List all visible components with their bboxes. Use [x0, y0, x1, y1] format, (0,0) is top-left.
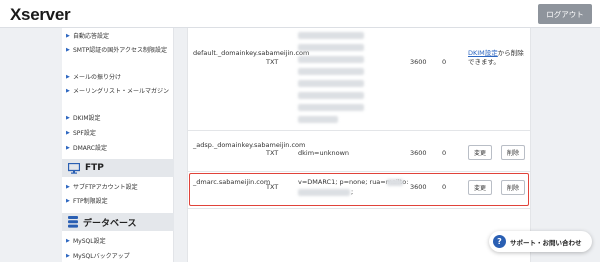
sidebar-item-mysql[interactable]: ▶ MySQL設定 [66, 237, 172, 246]
dkim-note: DKIM設定から削除できます。 [468, 49, 524, 66]
chevron-right-icon: ▶ [66, 115, 70, 121]
dkim-settings-link[interactable]: DKIM設定 [468, 49, 498, 57]
sidebar-item-dmarc[interactable]: ▶ DMARC設定 [66, 144, 172, 153]
record-ttl: 3600 [410, 149, 427, 157]
chevron-right-icon: ▶ [66, 198, 70, 204]
sidebar-section-ftp: FTP [62, 159, 174, 177]
edit-button[interactable]: 変更 [468, 145, 492, 160]
sidebar-item-mailing-list[interactable]: ▶ メーリングリスト・メールマガジン [66, 87, 172, 96]
chevron-right-icon: ▶ [66, 253, 70, 259]
logout-button[interactable]: ログアウト [538, 4, 592, 24]
record-host: _adsp._domainkey.sabameijin.com [193, 141, 306, 149]
chevron-right-icon: ▶ [66, 130, 70, 136]
top-bar: Xserver ログアウト [0, 0, 600, 28]
record-priority: 0 [442, 149, 447, 157]
record-ttl: 3600 [410, 58, 427, 66]
chevron-right-icon: ▶ [66, 145, 70, 151]
redacted-value [298, 44, 364, 51]
redacted-value [298, 80, 364, 87]
monitor-icon [68, 162, 80, 174]
redacted-value [298, 32, 364, 39]
sidebar: ▶ 自動応答設定 ▶ SMTP認証の国外アクセス制限設定 ▶ メールの振り分け ▶ メー… [62, 28, 174, 262]
redacted-value [298, 104, 364, 111]
chevron-right-icon: ▶ [66, 47, 70, 53]
question-icon: ? [493, 235, 506, 248]
record-type: TXT [266, 149, 279, 157]
highlight-box [189, 173, 529, 206]
database-icon [68, 216, 78, 228]
redacted-value [298, 68, 364, 75]
redacted-value [298, 116, 338, 123]
row-divider [187, 171, 531, 172]
sidebar-item-auto-reply[interactable]: ▶ 自動応答設定 [66, 32, 172, 41]
record-priority: 0 [442, 58, 447, 66]
delete-button[interactable]: 削除 [501, 145, 525, 160]
redacted-value [298, 56, 364, 63]
record-host: default._domainkey.sabameijin.com [193, 49, 310, 57]
sidebar-item-dkim[interactable]: ▶ DKIM設定 [66, 114, 172, 123]
redacted-value [298, 92, 364, 99]
sidebar-section-database: データベース [62, 213, 174, 231]
sidebar-item-mysql-backup[interactable]: ▶ MySQLバックアップ [66, 252, 172, 261]
support-contact-button[interactable]: ? サポート・お問い合わせ [489, 231, 592, 252]
chevron-right-icon: ▶ [66, 184, 70, 190]
record-content: dkim=unknown [298, 149, 350, 157]
row-divider [187, 130, 531, 131]
chevron-right-icon: ▶ [66, 74, 70, 80]
chevron-right-icon: ▶ [66, 238, 70, 244]
sidebar-item-sub-ftp[interactable]: ▶ サブFTPアカウント設定 [66, 183, 172, 192]
record-type: TXT [266, 58, 279, 66]
sidebar-item-mail-filter[interactable]: ▶ メールの振り分け [66, 73, 172, 82]
chevron-right-icon: ▶ [66, 88, 70, 94]
sidebar-item-spf[interactable]: ▶ SPF設定 [66, 129, 172, 138]
xserver-logo[interactable]: Xserver [10, 5, 71, 25]
sidebar-item-smtp-restriction[interactable]: ▶ SMTP認証の国外アクセス制限設定 [66, 46, 172, 55]
sidebar-item-ftp-restriction[interactable]: ▶ FTP制限設定 [66, 197, 172, 206]
row-divider [187, 208, 531, 209]
chevron-right-icon: ▶ [66, 33, 70, 39]
